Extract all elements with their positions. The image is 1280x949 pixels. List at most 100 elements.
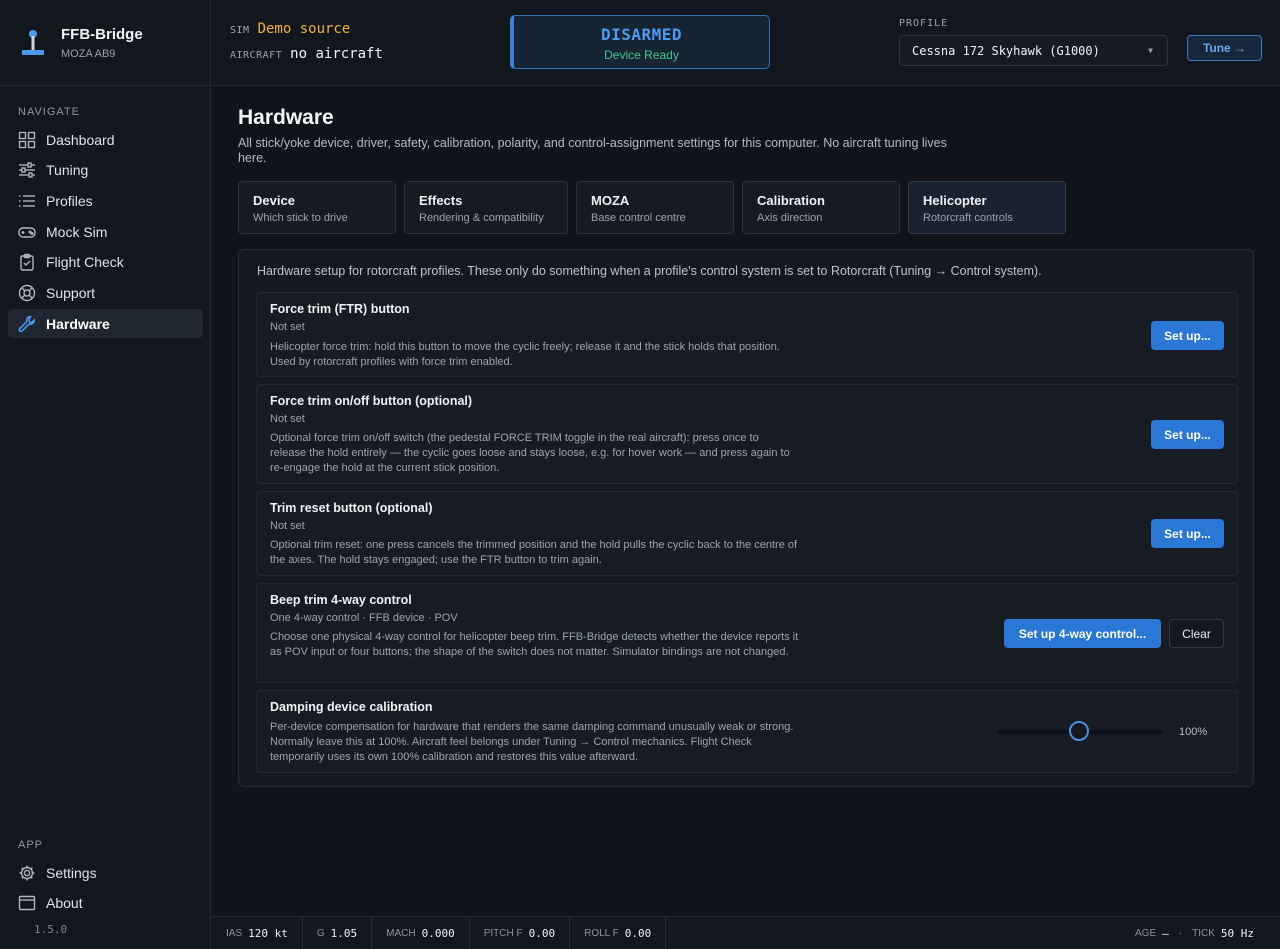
device-name: MOZA AB9 bbox=[61, 47, 116, 60]
tune-button[interactable]: Tune → bbox=[1187, 35, 1262, 61]
telemetry-g: G 1.05 bbox=[303, 916, 373, 949]
tab-subtitle: Base control centre bbox=[591, 212, 686, 224]
force-trim-toggle-setup-button[interactable]: Set up... bbox=[1151, 420, 1224, 449]
profile-select[interactable]: Cessna 172 Skyhawk (G1000) ▼ bbox=[899, 35, 1168, 66]
tab-title: Calibration bbox=[757, 193, 825, 208]
card-title: Damping device calibration bbox=[270, 700, 433, 714]
telemetry-roll-force: ROLL F 0.00 bbox=[570, 916, 667, 949]
arm-state: DISARMED bbox=[600, 25, 683, 44]
card-description: Optional force trim on/off switch (the p… bbox=[270, 432, 790, 474]
card-status: One 4-way control · FFB device · POV bbox=[270, 612, 458, 624]
app-section-label: APP bbox=[18, 839, 44, 851]
trim-reset-setup-button[interactable]: Set up... bbox=[1151, 519, 1224, 548]
damping-slider-thumb[interactable] bbox=[1069, 721, 1089, 741]
card-description: Helicopter force trim: hold this button … bbox=[270, 341, 780, 368]
aircraft-info: AIRCRAFT no aircraft bbox=[230, 46, 383, 62]
telemetry-status: AGE — · TICK 50 Hz bbox=[1135, 917, 1254, 949]
sidebar-item-mock-sim[interactable]: Mock Sim bbox=[8, 217, 203, 246]
gear-icon bbox=[18, 864, 36, 882]
tab-subtitle: Rotorcraft controls bbox=[923, 212, 1013, 224]
aircraft-key: AIRCRAFT bbox=[230, 50, 283, 61]
card-description: Optional trim reset: one press cancels t… bbox=[270, 539, 798, 566]
telemetry-value: 120 kt bbox=[248, 926, 288, 940]
sidebar-item-label: Mock Sim bbox=[46, 223, 108, 240]
sidebar-item-flight-check[interactable]: Flight Check bbox=[8, 248, 203, 277]
card-description: Choose one physical 4-way control for he… bbox=[270, 631, 799, 658]
sidebar-item-label: Dashboard bbox=[46, 131, 115, 148]
sidebar-item-profiles[interactable]: Profiles bbox=[8, 186, 203, 215]
telemetry-key: MACH bbox=[386, 927, 416, 939]
force-trim-setup-button[interactable]: Set up... bbox=[1151, 321, 1224, 350]
window-icon bbox=[18, 894, 36, 912]
sidebar-item-label: Settings bbox=[46, 864, 97, 881]
panel-intro: Hardware setup for rotorcraft profiles. … bbox=[257, 264, 1042, 278]
telemetry-mach: MACH 0.000 bbox=[372, 916, 470, 949]
chevron-down-icon: ▼ bbox=[1148, 46, 1153, 55]
sidebar-item-tuning[interactable]: Tuning bbox=[8, 156, 203, 185]
tab-helicopter[interactable]: Helicopter Rotorcraft controls bbox=[908, 181, 1066, 234]
sidebar-item-label: Hardware bbox=[46, 315, 110, 332]
helicopter-panel: Hardware setup for rotorcraft profiles. … bbox=[238, 249, 1254, 787]
card-trim-reset: Trim reset button (optional) Not set Opt… bbox=[256, 491, 1238, 576]
sidebar-item-settings[interactable]: Settings bbox=[8, 858, 203, 887]
telemetry-key: ROLL F bbox=[584, 927, 619, 939]
tab-subtitle: Axis direction bbox=[757, 212, 823, 224]
sidebar-item-label: Profiles bbox=[46, 192, 93, 209]
card-title: Force trim on/off button (optional) bbox=[270, 394, 473, 408]
profile-value: Cessna 172 Skyhawk (G1000) bbox=[912, 43, 1100, 58]
telemetry-key: IAS bbox=[226, 927, 243, 939]
app-version: 1.5.0 bbox=[34, 923, 68, 936]
tab-subtitle: Rendering & compatibility bbox=[419, 212, 544, 224]
dashboard-icon bbox=[18, 131, 36, 149]
sim-value: Demo source bbox=[257, 21, 351, 37]
tab-moza[interactable]: MOZA Base control centre bbox=[576, 181, 734, 234]
sidebar-item-hardware[interactable]: Hardware bbox=[8, 309, 203, 339]
sidebar-item-about[interactable]: About bbox=[8, 889, 203, 918]
tab-subtitle: Which stick to drive bbox=[253, 212, 348, 224]
tab-title: Effects bbox=[419, 193, 463, 208]
tab-calibration[interactable]: Calibration Axis direction bbox=[742, 181, 900, 234]
clipboard-check-icon bbox=[18, 253, 36, 271]
sliders-icon bbox=[18, 161, 36, 179]
device-ready-status: Device Ready bbox=[604, 48, 679, 62]
telemetry-key: PITCH F bbox=[483, 927, 523, 939]
profile-label: PROFILE bbox=[899, 18, 949, 29]
aircraft-value: no aircraft bbox=[290, 46, 383, 62]
sim-key: SIM bbox=[230, 25, 250, 36]
sidebar-item-support[interactable]: Support bbox=[8, 278, 203, 307]
beep-trim-clear-button[interactable]: Clear bbox=[1169, 619, 1224, 648]
beep-trim-setup-button[interactable]: Set up 4-way control... bbox=[1004, 619, 1161, 648]
page-title: Hardware bbox=[238, 106, 334, 129]
telemetry-value: 0.000 bbox=[421, 926, 455, 940]
app-title: FFB-Bridge bbox=[61, 25, 143, 43]
tick-value: 50 Hz bbox=[1220, 927, 1254, 940]
sidebar-item-label: Support bbox=[46, 284, 96, 301]
telemetry-pitch-force: PITCH F 0.00 bbox=[470, 916, 571, 949]
sidebar-item-label: Tuning bbox=[46, 162, 89, 179]
wrench-icon bbox=[18, 315, 36, 333]
age-key: AGE bbox=[1135, 928, 1157, 939]
sidebar: FFB-Bridge MOZA AB9 NAVIGATE Dashboard T… bbox=[0, 0, 211, 949]
tick-key: TICK bbox=[1192, 928, 1215, 939]
app-nav: Settings About bbox=[8, 858, 203, 919]
sidebar-item-label: Flight Check bbox=[46, 254, 124, 271]
card-description: Per-device compensation for hardware tha… bbox=[270, 721, 794, 763]
nav-section-label: NAVIGATE bbox=[18, 106, 80, 118]
top-bar: SIM Demo source AIRCRAFT no aircraft DIS… bbox=[212, 0, 1280, 86]
gamepad-icon bbox=[18, 223, 36, 241]
card-status: Not set bbox=[270, 413, 305, 425]
tab-title: Device bbox=[253, 193, 295, 208]
tab-effects[interactable]: Effects Rendering & compatibility bbox=[404, 181, 568, 234]
tab-bar: Device Which stick to drive Effects Rend… bbox=[238, 181, 1074, 234]
sidebar-item-dashboard[interactable]: Dashboard bbox=[8, 125, 203, 154]
list-icon bbox=[18, 192, 36, 210]
sim-source: SIM Demo source bbox=[230, 21, 350, 37]
lifebuoy-icon bbox=[18, 284, 36, 302]
telemetry-ias: IAS 120 kt bbox=[212, 916, 303, 949]
arm-status-button[interactable]: DISARMED Device Ready bbox=[510, 15, 770, 69]
telemetry-value: 0.00 bbox=[528, 926, 556, 940]
telemetry-value: 1.05 bbox=[330, 926, 358, 940]
card-force-trim-toggle: Force trim on/off button (optional) Not … bbox=[256, 384, 1238, 484]
telemetry-key: G bbox=[316, 927, 325, 939]
tab-device[interactable]: Device Which stick to drive bbox=[238, 181, 396, 234]
